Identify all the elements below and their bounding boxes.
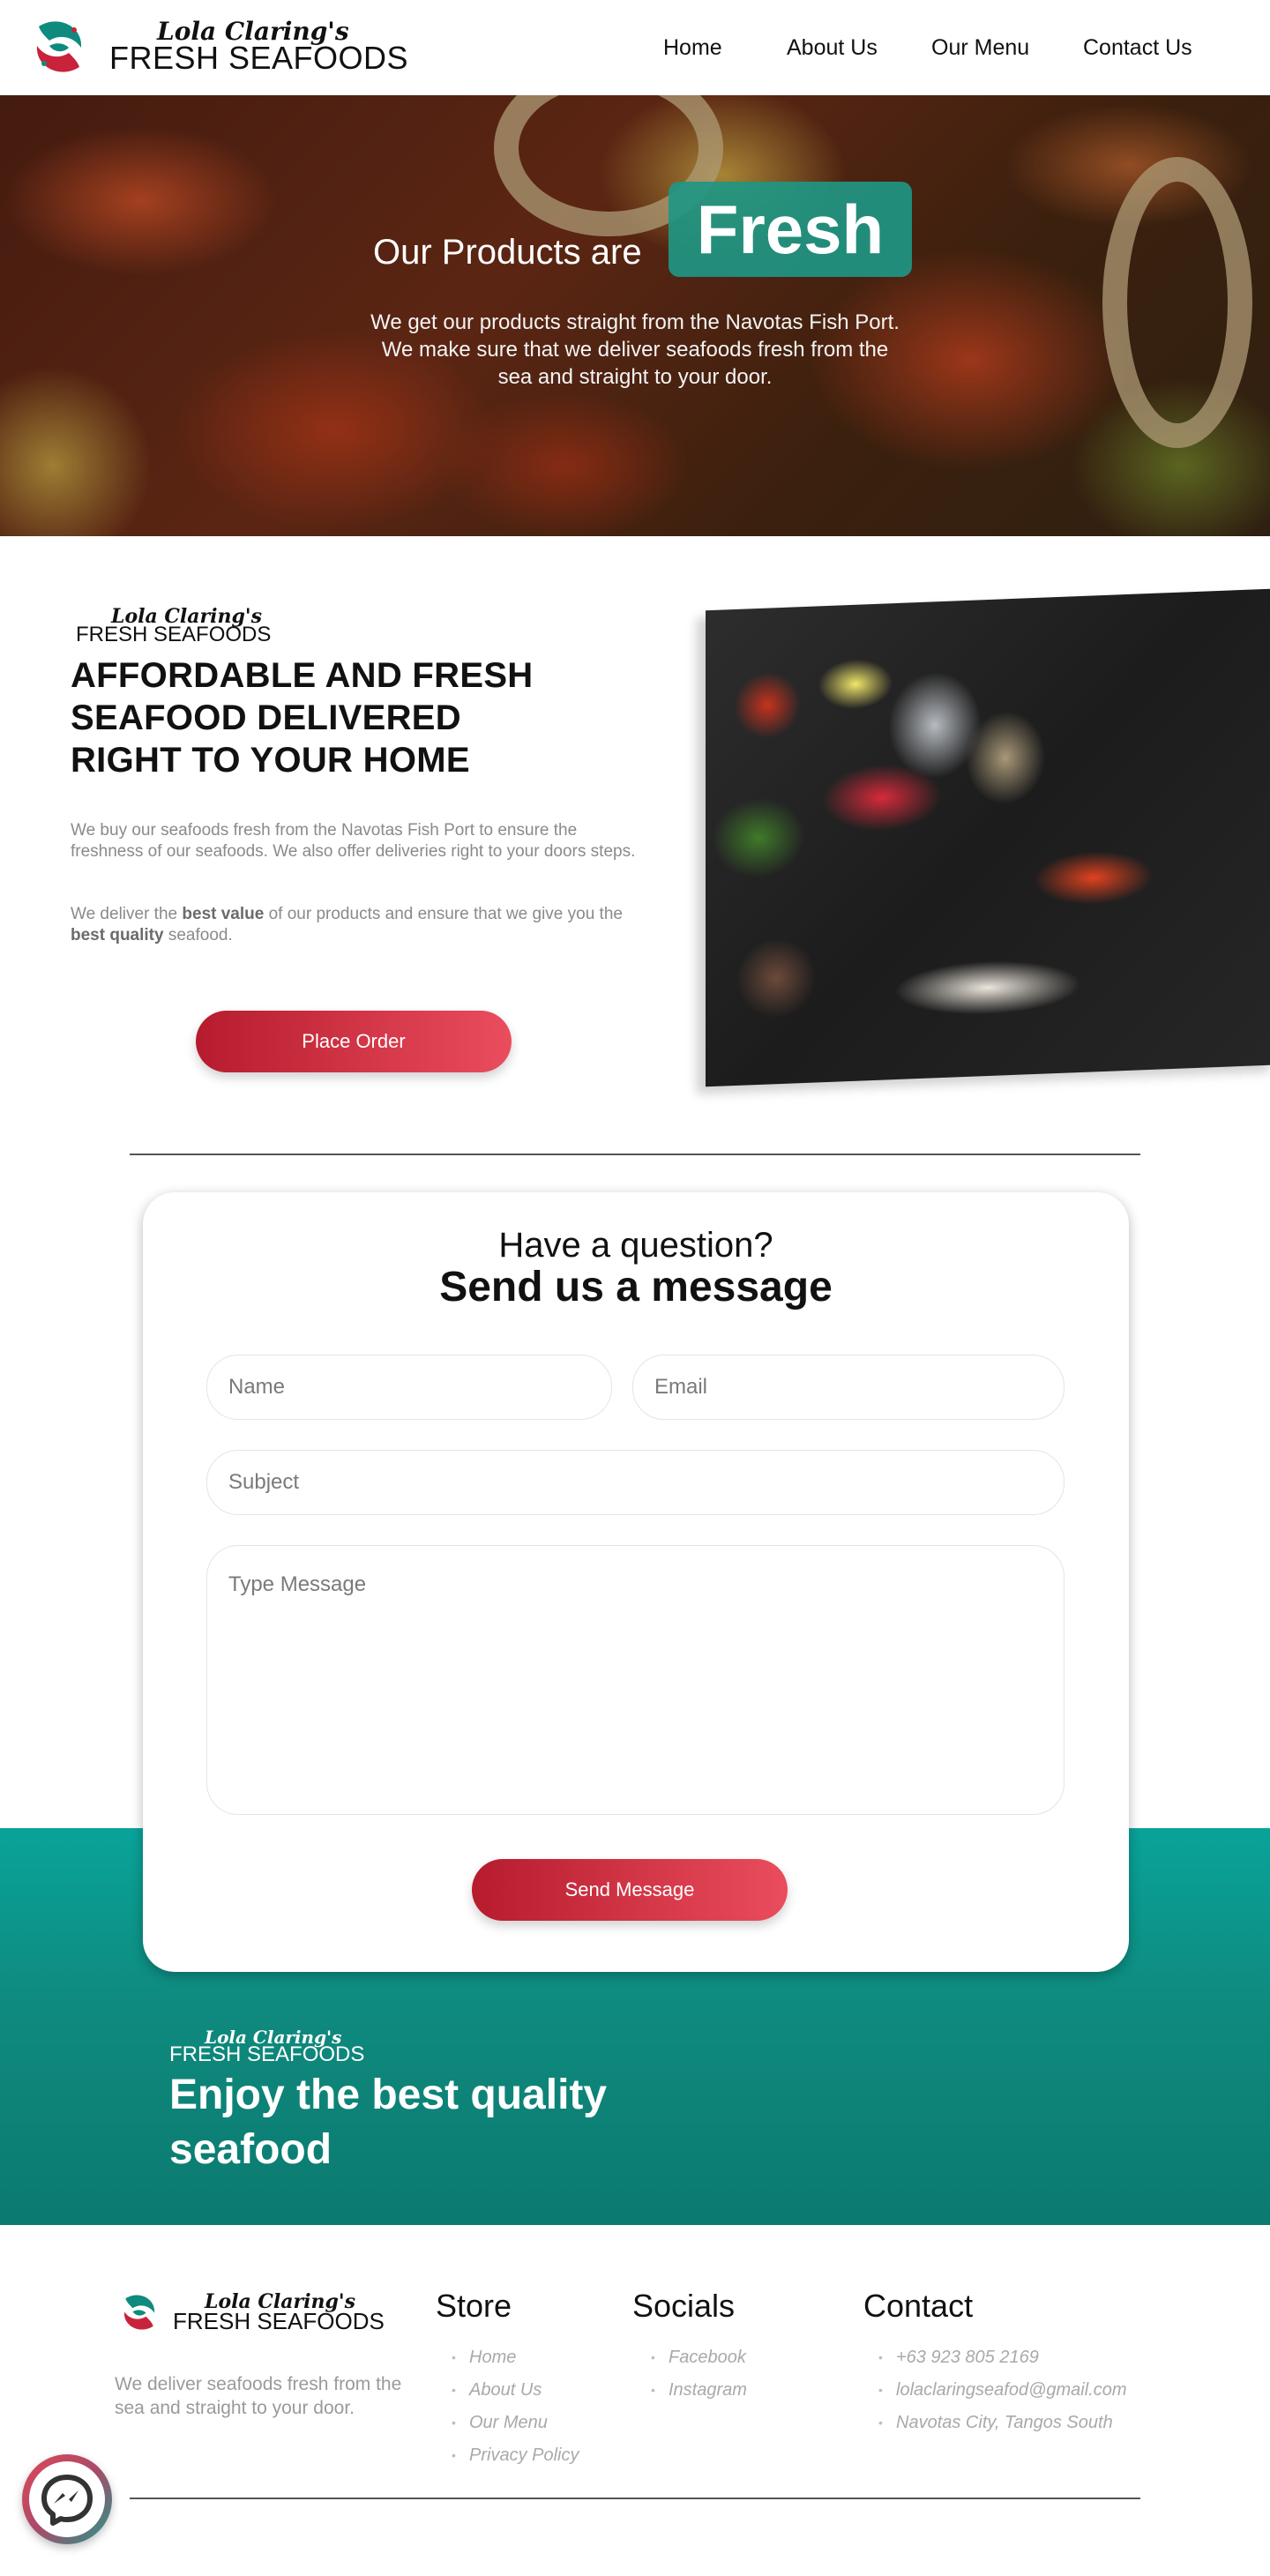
hero-subtitle: We get our products straight from the Na… <box>370 310 900 389</box>
footer-link-home[interactable]: Home <box>452 2344 579 2377</box>
about-p2-text: seafood. <box>163 926 233 945</box>
footer-divider <box>130 2498 1140 2499</box>
footer-link-instagram[interactable]: Instagram <box>651 2377 747 2409</box>
footer-logo[interactable]: Lola Claring's FRESH SEAFOODS <box>115 2288 385 2337</box>
about-paragraph-2: We deliver the best value of our product… <box>71 904 644 946</box>
seafood-photo <box>706 588 1270 1087</box>
about-p2-bold-value: best value <box>182 905 265 923</box>
nav-our-menu[interactable]: Our Menu <box>931 35 1029 61</box>
brand-name: FRESH SEAFOODS <box>109 40 409 76</box>
footer-socials-list: Facebook Instagram <box>651 2344 747 2409</box>
fish-logo-icon <box>123 2295 155 2330</box>
about-p2-text: of our products and ensure that we give … <box>264 905 623 923</box>
messenger-icon <box>41 2475 93 2526</box>
brand-logo[interactable]: Lola Claring's FRESH SEAFOODS <box>23 11 408 83</box>
about-heading: AFFORDABLE AND FRESH SEAFOOD DELIVERED R… <box>71 656 534 780</box>
section-divider <box>130 1154 1140 1155</box>
footer-link-our-menu[interactable]: Our Menu <box>452 2409 579 2442</box>
nav-home[interactable]: Home <box>663 35 722 61</box>
footer-contact-title: Contact <box>863 2288 974 2324</box>
about-logo-name: FRESH SEAFOODS <box>76 623 272 646</box>
hero-title: Our Products are <box>373 233 642 272</box>
hero-highlight-word: Fresh <box>696 190 885 268</box>
footer-link-privacy-policy[interactable]: Privacy Policy <box>452 2442 579 2475</box>
subject-input[interactable] <box>206 1450 1065 1515</box>
about-p2-bold-quality: best quality <box>71 926 164 945</box>
footer-address: Navotas City, Tangos South <box>878 2409 1127 2442</box>
footer-store-list: Home About Us Our Menu Privacy Policy <box>452 2344 579 2475</box>
form-heading: Send us a message <box>439 1264 833 1310</box>
messenger-chat-button[interactable] <box>22 2454 112 2544</box>
message-textarea[interactable] <box>206 1545 1065 1815</box>
banner-heading: Enjoy the best quality seafood <box>169 2072 608 2173</box>
about-p2-text: We deliver the <box>71 905 183 923</box>
fish-logo-icon <box>36 21 82 72</box>
footer-link-facebook[interactable]: Facebook <box>651 2344 747 2377</box>
footer-link-about-us[interactable]: About Us <box>452 2377 579 2409</box>
footer-logo-name: FRESH SEAFOODS <box>173 2308 385 2334</box>
email-input[interactable] <box>632 1355 1065 1420</box>
about-paragraph-1: We buy our seafoods fresh from the Navot… <box>71 821 636 861</box>
footer-email[interactable]: lolaclaringseafod@gmail.com <box>878 2377 1127 2409</box>
name-input[interactable] <box>206 1355 612 1420</box>
nav-contact-us[interactable]: Contact Us <box>1083 35 1192 61</box>
footer-description: We deliver seafoods fresh from the sea a… <box>115 2374 402 2418</box>
footer-store-title: Store <box>436 2288 512 2324</box>
banner-logo-name: FRESH SEAFOODS <box>169 2042 365 2066</box>
footer-socials-title: Socials <box>632 2288 736 2324</box>
messenger-chat-inner <box>29 2461 105 2537</box>
about-logo: Lola Claring's FRESH SEAFOODS <box>76 607 271 646</box>
footer-phone[interactable]: +63 923 805 2169 <box>878 2344 1127 2377</box>
nav-about-us[interactable]: About Us <box>787 35 878 61</box>
form-question: Have a question? <box>498 1226 773 1265</box>
place-order-button[interactable]: Place Order <box>196 1011 512 1072</box>
banner-logo: Lola Claring's FRESH SEAFOODS <box>169 2028 364 2065</box>
send-message-button[interactable]: Send Message <box>472 1859 788 1921</box>
top-navbar: Lola Claring's FRESH SEAFOODS Home About… <box>0 0 1270 95</box>
contact-form-card: Have a question? Send us a message Send … <box>143 1192 1129 1972</box>
footer-contact-list: +63 923 805 2169 lolaclaringseafod@gmail… <box>878 2344 1127 2442</box>
